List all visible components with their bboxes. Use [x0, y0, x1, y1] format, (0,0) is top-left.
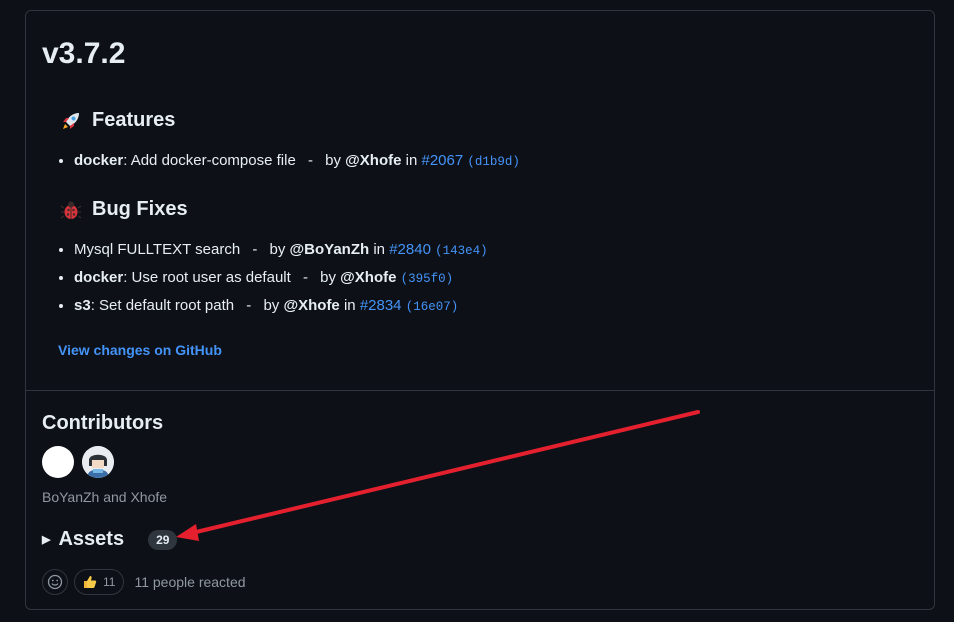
triangle-right-icon: ▶ [42, 534, 51, 546]
thumbs-up-icon [84, 576, 97, 588]
list-item: docker: Use root user as default - by @X… [74, 264, 488, 292]
separator: - [307, 152, 313, 169]
commit-link[interactable]: (143e4) [435, 244, 488, 258]
bugfixes-list: Mysql FULLTEXT search - by @BoYanZh in #… [54, 236, 488, 320]
commit-text: : Use root user as default [123, 269, 291, 286]
commit-scope: docker [74, 269, 124, 286]
avatar-xhofe[interactable] [82, 446, 114, 478]
by-label: by [263, 297, 280, 314]
smiley-icon [47, 574, 63, 590]
pr-link[interactable]: #2834 [360, 297, 402, 314]
author-link[interactable]: @Xhofe [345, 152, 401, 169]
thumbs-up-count: 11 [103, 575, 116, 589]
divider [26, 390, 934, 391]
release-title[interactable]: v3.7.2 [42, 37, 125, 71]
features-heading-label: Features [92, 109, 176, 131]
rocket-icon [60, 110, 82, 132]
pr-link[interactable]: #2840 [389, 241, 431, 258]
list-item: docker: Add docker-compose file - by @Xh… [74, 147, 520, 175]
author-link[interactable]: @BoYanZh [290, 241, 370, 258]
author-link[interactable]: @Xhofe [340, 269, 396, 286]
separator: - [246, 297, 252, 314]
reactions-summary: 11 people reacted [134, 574, 246, 590]
commit-link[interactable]: (d1b9d) [467, 155, 520, 169]
release-card: v3.7.2 Features docker: Add docker-compo… [25, 10, 935, 610]
list-item: s3: Set default root path - by @Xhofe in… [74, 292, 488, 320]
commit-scope: docker [74, 152, 124, 169]
in-label: in [373, 241, 386, 258]
in-label: in [405, 152, 418, 169]
view-changes-link[interactable]: View changes on GitHub [58, 342, 222, 358]
features-heading: Features [60, 109, 175, 132]
bugfixes-heading-label: Bug Fixes [92, 198, 188, 220]
by-label: by [325, 152, 341, 169]
add-reaction-button[interactable] [42, 569, 68, 595]
bugfixes-heading: Bug Fixes [60, 198, 188, 221]
commit-scope: s3 [74, 297, 91, 314]
commit-text: : Set default root path [90, 297, 235, 314]
separator: - [252, 241, 258, 258]
commit-text: : Add docker-compose file [123, 152, 296, 169]
assets-count-badge: 29 [148, 529, 178, 550]
commit-link[interactable]: (16e07) [406, 300, 459, 314]
in-label: in [343, 297, 356, 314]
author-link[interactable]: @Xhofe [283, 297, 339, 314]
bug-icon [60, 199, 82, 221]
commit-text: Mysql FULLTEXT search [74, 241, 241, 258]
assets-toggle[interactable]: ▶ Assets 29 [42, 528, 178, 551]
separator: - [302, 269, 308, 286]
contributors-names: BoYanZh and Xhofe [42, 489, 168, 505]
thumbs-up-reaction-button[interactable]: 11 [74, 569, 125, 595]
assets-label: Assets [58, 528, 125, 550]
contributors-heading: Contributors [42, 412, 164, 434]
reactions-bar: 11 11 people reacted [42, 569, 246, 595]
list-item: Mysql FULLTEXT search - by @BoYanZh in #… [74, 236, 488, 264]
pr-link[interactable]: #2067 [421, 152, 463, 169]
avatar-boyanzh[interactable] [42, 446, 74, 478]
by-label: by [269, 241, 286, 258]
commit-link[interactable]: (395f0) [401, 272, 454, 286]
features-list: docker: Add docker-compose file - by @Xh… [54, 147, 520, 175]
by-label: by [320, 269, 336, 286]
